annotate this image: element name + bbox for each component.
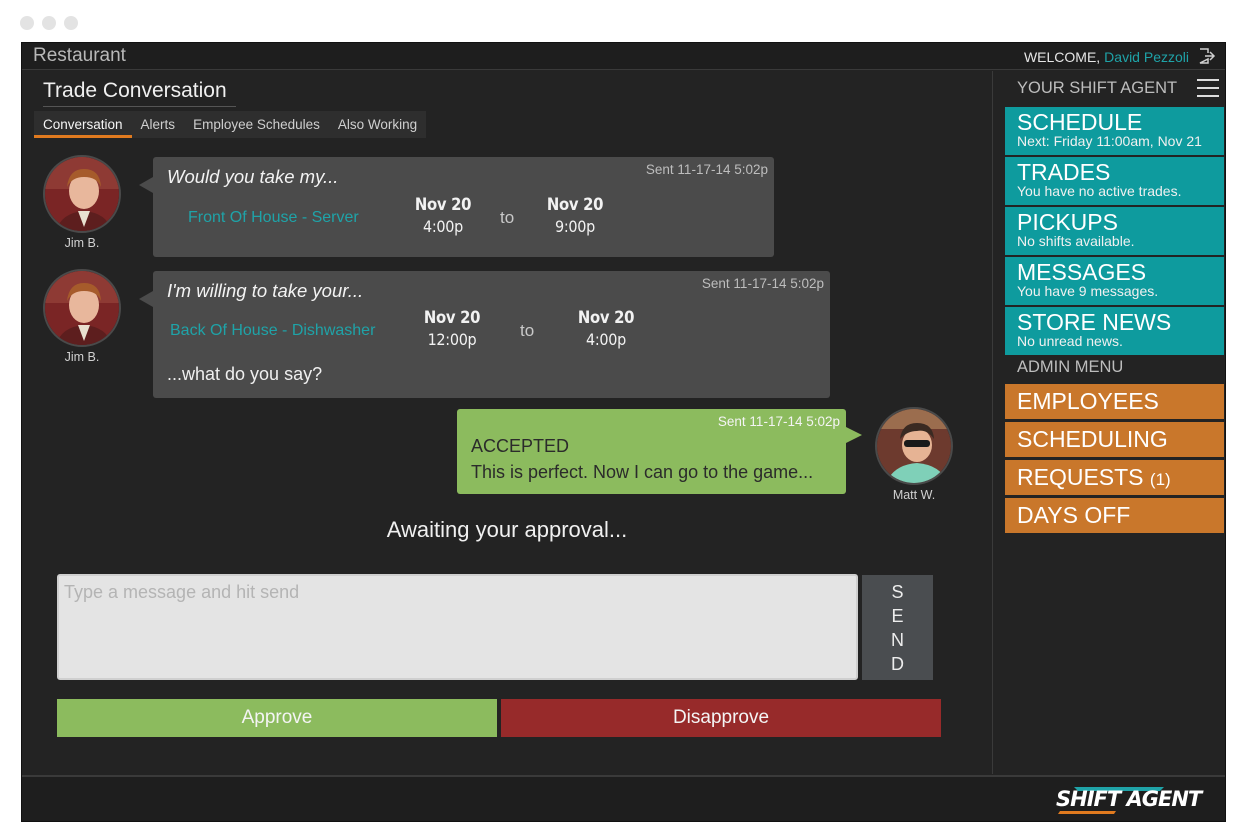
window-dot-minimize[interactable]	[42, 16, 56, 30]
avatar[interactable]	[43, 155, 121, 233]
top-bar: Restaurant WELCOME, David Pezzoli	[22, 43, 1225, 70]
accepted-status: ACCEPTED	[471, 436, 570, 456]
avatar[interactable]	[875, 407, 953, 485]
admin-item-days-off[interactable]: DAYS OFF	[1005, 498, 1224, 533]
message-bubble: Sent 11-17-14 5:02p I'm willing to take …	[139, 271, 830, 398]
brand-logo: SHIFT AGENT	[1056, 787, 1202, 811]
sent-timestamp: Sent 11-17-14 5:02p	[717, 414, 840, 429]
sent-timestamp: Sent 11-17-14 5:02p	[701, 276, 824, 291]
admin-item-label: DAYS OFF	[1017, 502, 1131, 528]
welcome-text: WELCOME, David Pezzoli	[1024, 49, 1189, 65]
sidebar-item-pickups[interactable]: PICKUPS No shifts available.	[1005, 207, 1224, 255]
send-letter: N	[891, 629, 904, 650]
shift-to-label: to	[500, 208, 515, 227]
avatar[interactable]	[43, 269, 121, 347]
sidebar-item-store-news[interactable]: STORE NEWS No unread news.	[1005, 307, 1224, 355]
send-letter: E	[891, 605, 904, 626]
sidebar-item-subtext: No unread news.	[1017, 333, 1123, 349]
shift-start-date: Nov 20	[423, 308, 481, 327]
message-tail-text: ...what do you say?	[167, 364, 323, 384]
sidebar-item-subtext: You have 9 messages.	[1017, 283, 1159, 299]
tab-employee-schedules[interactable]: Employee Schedules	[184, 111, 329, 138]
send-letter: D	[891, 653, 904, 674]
admin-item-employees[interactable]: EMPLOYEES	[1005, 384, 1224, 419]
sender-avatar-group: Jim B.	[42, 155, 122, 250]
shift-end-time: 4:00p	[586, 330, 626, 349]
sidebar: YOUR SHIFT AGENT SCHEDULE Next: Friday 1…	[992, 71, 1225, 774]
sent-timestamp: Sent 11-17-14 5:02p	[645, 162, 768, 177]
footer: SHIFT AGENT	[22, 775, 1225, 821]
shift-position-link[interactable]: Back Of House - Dishwasher	[170, 322, 375, 340]
reply-content: ACCEPTED This is perfect. Now I can go t…	[471, 433, 813, 485]
send-button[interactable]: S E N D	[862, 575, 933, 680]
main-panel: Trade Conversation Conversation Alerts E…	[22, 71, 992, 774]
admin-item-scheduling[interactable]: SCHEDULING	[1005, 422, 1224, 457]
responder-name: Matt W.	[892, 488, 936, 502]
approval-status: Awaiting your approval...	[22, 517, 992, 543]
shift-start-time: 12:00p	[427, 330, 477, 349]
avatar-portrait-icon	[45, 271, 119, 345]
app-window: Restaurant WELCOME, David Pezzoli Trade C…	[21, 42, 1226, 822]
welcome-prefix: WELCOME,	[1023, 49, 1101, 65]
sidebar-item-subtext: Next: Friday 11:00am, Nov 21	[1017, 133, 1202, 149]
tab-conversation[interactable]: Conversation	[34, 111, 132, 138]
message-lead: Would you take my...	[167, 166, 339, 187]
window-dot-close[interactable]	[20, 16, 34, 30]
sidebar-item-label: SCHEDULE	[1017, 109, 1143, 135]
sender-name: Jim B.	[64, 236, 100, 250]
user-name-link[interactable]: David Pezzoli	[1104, 49, 1189, 65]
sidebar-item-subtext: No shifts available.	[1017, 233, 1135, 249]
shift-start: Nov 20 12:00p	[412, 308, 492, 349]
tab-bar: Conversation Alerts Employee Schedules A…	[34, 111, 427, 138]
message-bubble: Sent 11-17-14 5:02p Would you take my...…	[139, 157, 774, 257]
shift-to-label: to	[520, 321, 535, 340]
send-letter: S	[891, 581, 904, 602]
shift-end-date: Nov 20	[546, 195, 604, 214]
app-title: Restaurant	[33, 45, 126, 66]
sidebar-item-label: MESSAGES	[1017, 259, 1147, 285]
avatar-portrait-icon	[877, 409, 951, 483]
admin-item-label: EMPLOYEES	[1017, 388, 1159, 414]
requests-count-badge: (1)	[1149, 470, 1171, 489]
sidebar-item-label: PICKUPS	[1017, 209, 1118, 235]
shift-position-link[interactable]: Front Of House - Server	[188, 209, 359, 227]
window-controls	[20, 16, 78, 30]
sender-avatar-group: Jim B.	[42, 269, 122, 364]
shift-start-time: 4:00p	[423, 217, 463, 236]
page-title: Trade Conversation	[43, 79, 236, 107]
reply-bubble: Sent 11-17-14 5:02p ACCEPTED This is per…	[457, 409, 862, 494]
hamburger-menu-icon[interactable]	[1197, 79, 1219, 97]
shift-end-time: 9:00p	[555, 217, 595, 236]
admin-menu-header: ADMIN MENU	[1017, 358, 1124, 376]
disapprove-button[interactable]: Disapprove	[501, 699, 941, 737]
sidebar-header: YOUR SHIFT AGENT	[1017, 79, 1178, 97]
admin-item-label: REQUESTS (1)	[1017, 464, 1171, 490]
admin-item-label: SCHEDULING	[1017, 426, 1168, 452]
tab-alerts[interactable]: Alerts	[132, 111, 185, 138]
reply-text: This is perfect. Now I can go to the gam…	[471, 462, 814, 482]
shift-start: Nov 20 4:00p	[403, 195, 483, 236]
sidebar-item-subtext: You have no active trades.	[1017, 183, 1182, 199]
sidebar-item-label: TRADES	[1017, 159, 1111, 185]
sidebar-item-label: STORE NEWS	[1017, 309, 1172, 335]
message-lead: I'm willing to take your...	[167, 280, 364, 301]
message-input[interactable]	[57, 574, 858, 680]
shift-start-date: Nov 20	[414, 195, 472, 214]
logout-icon[interactable]	[1198, 47, 1216, 65]
sender-name: Jim B.	[64, 350, 100, 364]
shift-end: Nov 20 9:00p	[535, 195, 615, 236]
admin-item-requests[interactable]: REQUESTS (1)	[1005, 460, 1224, 495]
shift-end: Nov 20 4:00p	[566, 308, 646, 349]
approve-button[interactable]: Approve	[57, 699, 497, 737]
window-dot-zoom[interactable]	[64, 16, 78, 30]
sidebar-item-messages[interactable]: MESSAGES You have 9 messages.	[1005, 257, 1224, 305]
shift-end-date: Nov 20	[577, 308, 635, 327]
approval-status-text: Awaiting your approval...	[386, 517, 628, 542]
sidebar-item-trades[interactable]: TRADES You have no active trades.	[1005, 157, 1224, 205]
avatar-portrait-icon	[45, 157, 119, 231]
responder-avatar-group: Matt W.	[874, 407, 954, 502]
tab-also-working[interactable]: Also Working	[329, 111, 426, 138]
sidebar-item-schedule[interactable]: SCHEDULE Next: Friday 11:00am, Nov 21	[1005, 107, 1224, 155]
